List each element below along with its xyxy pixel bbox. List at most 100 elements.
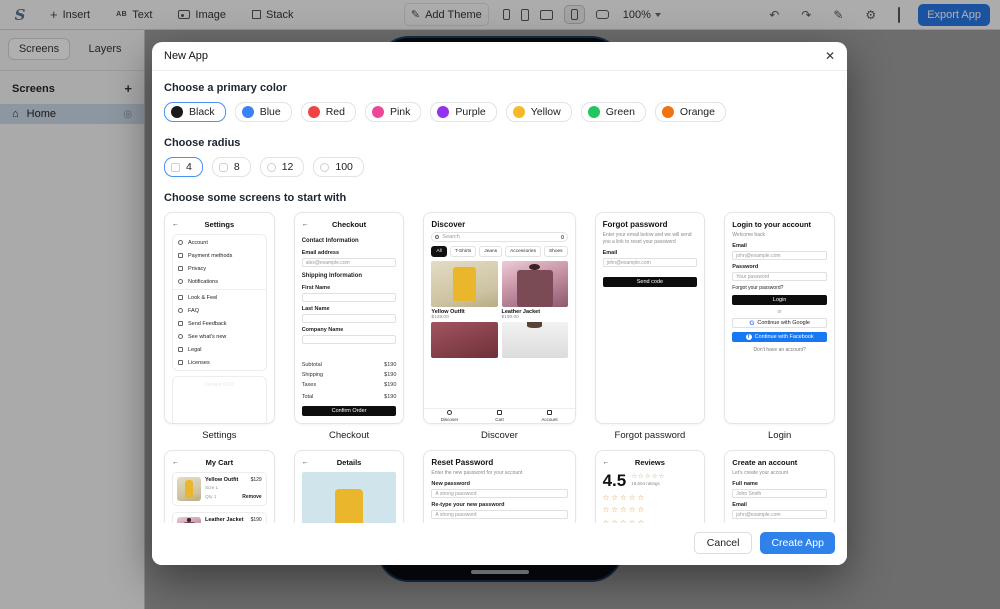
brush-icon bbox=[178, 295, 183, 300]
modal-header: New App ✕ bbox=[152, 42, 847, 71]
card-caption: Forgot password bbox=[614, 430, 686, 441]
radius-option-100[interactable]: 100 bbox=[313, 157, 364, 177]
radius-4-icon bbox=[171, 162, 180, 172]
retype-password-field: A strong password bbox=[431, 510, 568, 519]
radius-option-12[interactable]: 12 bbox=[259, 157, 305, 177]
black-swatch-icon bbox=[171, 106, 183, 118]
screen-option-checkout: Checkout Contact Information Email addre… bbox=[293, 212, 405, 450]
screen-option-login: Login to your account Welcome back Email… bbox=[724, 212, 835, 450]
screen-card-discover[interactable]: Discover Search All T-Shirts Jeans Acces… bbox=[423, 212, 576, 424]
screen-card-reviews[interactable]: Reviews 4.5 ☆☆☆☆☆ 15,604 ratings ☆☆☆☆☆ ☆… bbox=[594, 450, 706, 523]
first-name-field bbox=[301, 293, 397, 302]
orange-swatch-icon bbox=[661, 106, 674, 118]
back-icon bbox=[172, 221, 179, 228]
screen-option-settings: Settings Account Payment methods Privacy… bbox=[164, 212, 275, 450]
screen-option-discover: Discover Search All T-Shirts Jeans Acces… bbox=[423, 212, 576, 450]
primary-color-label: Choose a primary color bbox=[164, 82, 287, 94]
google-icon: G bbox=[749, 319, 755, 327]
color-option-black[interactable]: Black bbox=[164, 102, 226, 122]
color-option-orange[interactable]: Orange bbox=[654, 102, 726, 122]
review-stars-row: ☆☆☆☆☆ bbox=[602, 492, 647, 502]
screen-option-reset: Reset Password Enter the new password fo… bbox=[423, 450, 576, 523]
bell-icon bbox=[178, 279, 183, 284]
screen-card-reset-password[interactable]: Reset Password Enter the new password fo… bbox=[423, 450, 576, 523]
close-icon[interactable]: ✕ bbox=[825, 49, 835, 63]
email-field: john@example.com bbox=[732, 251, 827, 260]
search-icon bbox=[435, 235, 440, 239]
bottom-nav: Discover Cart Account bbox=[424, 408, 575, 423]
screen-card-settings[interactable]: Settings Account Payment methods Privacy… bbox=[164, 212, 275, 424]
radius-label: Choose radius bbox=[164, 137, 241, 149]
email-field: john@example.com bbox=[602, 258, 698, 267]
screens-label: Choose some screens to start with bbox=[164, 192, 347, 204]
cart-nav-icon bbox=[496, 410, 502, 416]
card-caption: Login bbox=[768, 430, 792, 441]
color-option-red[interactable]: Red bbox=[300, 102, 356, 122]
company-field bbox=[301, 335, 397, 344]
create-app-button[interactable]: Create App bbox=[760, 532, 835, 554]
screen-card-my-cart[interactable]: My Cart Yellow Outfit$129 Size L Qty 1Re… bbox=[164, 450, 275, 523]
screen-card-login[interactable]: Login to your account Welcome back Email… bbox=[724, 212, 835, 424]
discover-nav-icon bbox=[446, 410, 452, 416]
rating-stars-icon: ☆☆☆☆☆ bbox=[631, 473, 666, 480]
facebook-button: f Continue with Facebook bbox=[732, 332, 827, 342]
screen-template-grid: Settings Account Payment methods Privacy… bbox=[164, 212, 835, 523]
radius-option-8[interactable]: 8 bbox=[211, 157, 251, 177]
signup-link: Don't have an account? bbox=[753, 347, 806, 353]
settings-list: Account Payment methods Privacy Notifica… bbox=[172, 234, 267, 371]
modal-body: Choose a primary color Black Blue Red Pi… bbox=[152, 71, 847, 523]
modal-title: New App bbox=[164, 50, 209, 62]
new-app-modal: New App ✕ Choose a primary color Black B… bbox=[152, 42, 847, 565]
cart-item: Yellow Outfit $129 Size L Qty 1 Remove bbox=[172, 472, 267, 506]
color-option-yellow[interactable]: Yellow bbox=[505, 102, 572, 122]
back-icon bbox=[302, 459, 309, 466]
product-image-sunglasses bbox=[431, 322, 498, 358]
person-icon bbox=[178, 240, 183, 245]
settings-version-box: Version 0.0.0 bbox=[172, 376, 267, 423]
radius-option-4[interactable]: 4 bbox=[164, 157, 203, 177]
screen-option-account: Create an account Let's create your acco… bbox=[724, 450, 835, 523]
mic-icon bbox=[561, 234, 564, 240]
card-caption: Checkout bbox=[328, 430, 370, 441]
credit-card-icon bbox=[178, 253, 183, 258]
screen-card-checkout[interactable]: Checkout Contact Information Email addre… bbox=[293, 212, 405, 424]
google-button: G Continue with Google bbox=[732, 318, 827, 328]
cart-item: Leather Jacket$190 Size L Qty 1Remove bbox=[172, 512, 267, 523]
screen-card-create-account[interactable]: Create an account Let's create your acco… bbox=[724, 450, 835, 523]
cart-thumb-leather-jacket bbox=[177, 517, 201, 523]
review-stars-row: ☆☆☆☆☆ bbox=[602, 505, 647, 514]
screen-card-forgot-password[interactable]: Forgot password Enter your email below a… bbox=[594, 212, 706, 424]
radius-options: 4 8 12 100 bbox=[164, 157, 835, 177]
screen-option-details: Details bbox=[293, 450, 405, 523]
new-password-field: A strong password bbox=[431, 489, 568, 498]
color-option-purple[interactable]: Purple bbox=[430, 102, 497, 122]
cancel-button[interactable]: Cancel bbox=[693, 532, 753, 554]
back-icon bbox=[172, 459, 179, 466]
account-nav-icon bbox=[547, 410, 553, 416]
back-icon bbox=[302, 221, 309, 228]
product-image-leather-jacket bbox=[501, 261, 568, 307]
building-icon bbox=[178, 347, 183, 352]
back-icon bbox=[603, 459, 610, 466]
cart-thumb-yellow-outfit bbox=[177, 477, 201, 501]
screen-option-cart: My Cart Yellow Outfit$129 Size L Qty 1Re… bbox=[164, 450, 275, 523]
screen-card-details[interactable]: Details bbox=[293, 450, 405, 523]
card-caption: Discover bbox=[481, 430, 518, 441]
fullname-field: John Smith bbox=[732, 489, 827, 498]
green-swatch-icon bbox=[587, 106, 600, 118]
remove-link: Remove bbox=[242, 494, 262, 500]
red-swatch-icon bbox=[307, 106, 320, 118]
email-field: john@example.com bbox=[732, 510, 827, 519]
filter-chips: All T-Shirts Jeans Accessories Shoes bbox=[431, 246, 568, 257]
send-code-button: Send code bbox=[602, 277, 698, 287]
lock-icon bbox=[178, 266, 183, 271]
sparkles-icon bbox=[178, 334, 183, 339]
radius-12-icon bbox=[266, 162, 276, 172]
color-option-blue[interactable]: Blue bbox=[234, 102, 292, 122]
settings-divider bbox=[173, 289, 266, 290]
color-option-green[interactable]: Green bbox=[580, 102, 646, 122]
login-button: Login bbox=[732, 295, 827, 305]
color-option-pink[interactable]: Pink bbox=[364, 102, 422, 122]
details-hero-image bbox=[301, 472, 397, 523]
radius-100-icon bbox=[320, 162, 330, 172]
